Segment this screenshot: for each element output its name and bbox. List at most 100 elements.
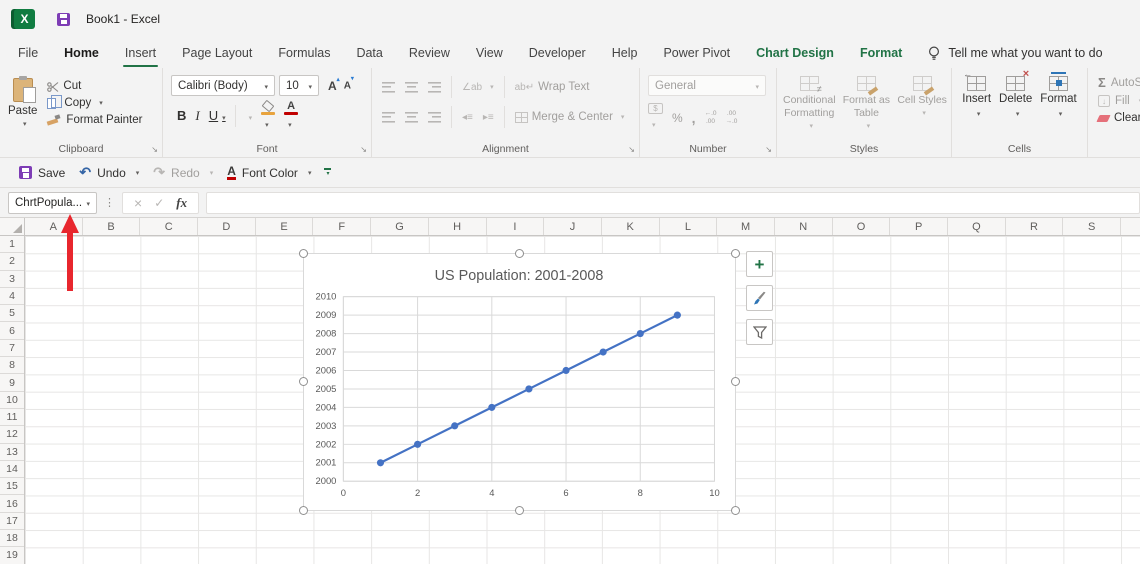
column-header-P[interactable]: P: [890, 218, 948, 235]
column-header-K[interactable]: K: [602, 218, 660, 235]
row-header-16[interactable]: 16: [0, 495, 24, 512]
decrease-decimal-icon[interactable]: .00→.0: [725, 110, 737, 125]
row-header-6[interactable]: 6: [0, 322, 24, 339]
tab-help[interactable]: Help: [599, 38, 651, 68]
format-cells-button[interactable]: Format: [1040, 76, 1076, 141]
cancel-icon[interactable]: ×: [134, 195, 142, 211]
font-family-select[interactable]: Calibri (Body): [171, 75, 275, 96]
tab-review[interactable]: Review: [396, 38, 463, 68]
italic-button[interactable]: I: [195, 108, 199, 124]
drag-handle-icon[interactable]: ⋮: [104, 196, 115, 209]
orientation-button[interactable]: ∠ab: [462, 82, 494, 93]
qat-save-button[interactable]: Save: [12, 163, 72, 183]
increase-indent-icon[interactable]: ▸≡: [483, 112, 494, 123]
chart-resize-handle-top-right[interactable]: [731, 249, 740, 258]
tab-page-layout[interactable]: Page Layout: [169, 38, 265, 68]
chart-resize-handle-bottom-center[interactable]: [515, 506, 524, 515]
row-header-7[interactable]: 7: [0, 340, 24, 357]
chart-resize-handle-middle-left[interactable]: [299, 377, 308, 386]
number-dialog-launcher-icon[interactable]: ↘: [765, 145, 772, 154]
tab-data[interactable]: Data: [343, 38, 395, 68]
name-box[interactable]: ChrtPopula...: [8, 192, 97, 214]
tab-formulas[interactable]: Formulas: [265, 38, 343, 68]
qat-undo-button[interactable]: ↶ Undo: [72, 161, 146, 184]
row-header-19[interactable]: 19: [0, 547, 24, 564]
cut-button[interactable]: Cut: [47, 80, 142, 92]
column-header-M[interactable]: M: [717, 218, 775, 235]
clear-button[interactable]: Clear: [1098, 112, 1140, 124]
column-header-J[interactable]: J: [544, 218, 602, 235]
increase-decimal-icon[interactable]: ←.0.00: [705, 110, 717, 125]
column-header-S[interactable]: S: [1063, 218, 1121, 235]
conditional-formatting-button[interactable]: Conditional Formatting: [783, 76, 836, 141]
qat-redo-button[interactable]: ↷ Redo: [146, 161, 220, 184]
number-format-select[interactable]: General: [648, 75, 766, 96]
row-header-18[interactable]: 18: [0, 530, 24, 547]
tell-me-box[interactable]: Tell me what you want to do: [928, 46, 1102, 61]
row-header-2[interactable]: 2: [0, 253, 24, 270]
formula-input[interactable]: [206, 192, 1140, 214]
column-header-G[interactable]: G: [371, 218, 429, 235]
column-header-F[interactable]: F: [313, 218, 371, 235]
tab-format[interactable]: Format: [847, 38, 915, 68]
clipboard-dialog-launcher-icon[interactable]: ↘: [151, 145, 158, 154]
decrease-indent-icon[interactable]: ◂≡: [462, 112, 473, 123]
column-header-R[interactable]: R: [1006, 218, 1064, 235]
chart-resize-handle-top-center[interactable]: [515, 249, 524, 258]
row-header-15[interactable]: 15: [0, 478, 24, 495]
column-header-I[interactable]: I: [487, 218, 545, 235]
middle-align-icon[interactable]: [405, 82, 418, 93]
font-size-select[interactable]: 10: [279, 75, 319, 96]
percent-style-button[interactable]: %: [672, 111, 683, 125]
merge-center-button[interactable]: Merge & Center: [515, 111, 625, 123]
row-header-17[interactable]: 17: [0, 513, 24, 530]
column-header-O[interactable]: O: [833, 218, 891, 235]
tab-power-pivot[interactable]: Power Pivot: [650, 38, 743, 68]
autosum-button[interactable]: Σ AutoSum: [1098, 75, 1140, 90]
chart-resize-handle-bottom-right[interactable]: [731, 506, 740, 515]
tab-insert[interactable]: Insert: [112, 38, 169, 68]
row-header-11[interactable]: 11: [0, 409, 24, 426]
column-header-Q[interactable]: Q: [948, 218, 1006, 235]
font-dialog-launcher-icon[interactable]: ↘: [360, 145, 367, 154]
row-header-12[interactable]: 12: [0, 426, 24, 443]
chart-resize-handle-middle-right[interactable]: [731, 377, 740, 386]
enter-icon[interactable]: ✓: [154, 196, 164, 210]
fill-button[interactable]: ↓ Fill: [1098, 95, 1140, 107]
row-header-8[interactable]: 8: [0, 357, 24, 374]
insert-function-icon[interactable]: fx: [176, 195, 187, 211]
column-header-C[interactable]: C: [140, 218, 198, 235]
tab-view[interactable]: View: [463, 38, 516, 68]
wrap-text-button[interactable]: ab↵ Wrap Text: [515, 81, 590, 93]
row-header-9[interactable]: 9: [0, 374, 24, 391]
borders-button[interactable]: [245, 108, 253, 123]
chart-styles-button[interactable]: [746, 285, 773, 311]
accounting-format-button[interactable]: $: [648, 103, 663, 132]
save-icon[interactable]: [57, 13, 70, 26]
tab-chart-design[interactable]: Chart Design: [743, 38, 847, 68]
row-header-3[interactable]: 3: [0, 271, 24, 288]
column-header-N[interactable]: N: [775, 218, 833, 235]
column-header-L[interactable]: L: [660, 218, 718, 235]
row-header-1[interactable]: 1: [0, 236, 24, 253]
column-header-B[interactable]: B: [83, 218, 141, 235]
insert-cells-button[interactable]: Insert: [962, 76, 991, 141]
column-header-D[interactable]: D: [198, 218, 256, 235]
fill-color-button[interactable]: [261, 102, 275, 130]
top-align-icon[interactable]: [382, 82, 395, 93]
select-all-button[interactable]: [0, 218, 25, 235]
comma-style-button[interactable]: ,: [692, 110, 696, 126]
tab-developer[interactable]: Developer: [516, 38, 599, 68]
chart-object[interactable]: 2000200120022003200420052006200720082009…: [303, 253, 736, 511]
row-header-4[interactable]: 4: [0, 288, 24, 305]
row-header-13[interactable]: 13: [0, 444, 24, 461]
decrease-font-size-button[interactable]: A▾: [344, 79, 354, 91]
chart-filters-button[interactable]: [746, 319, 773, 345]
underline-button[interactable]: U: [209, 108, 226, 123]
row-header-5[interactable]: 5: [0, 305, 24, 322]
tab-file[interactable]: File: [5, 38, 51, 68]
bottom-align-icon[interactable]: [428, 82, 441, 93]
format-painter-button[interactable]: Format Painter: [47, 114, 142, 126]
chart-resize-handle-top-left[interactable]: [299, 249, 308, 258]
copy-button[interactable]: Copy: [47, 97, 142, 109]
